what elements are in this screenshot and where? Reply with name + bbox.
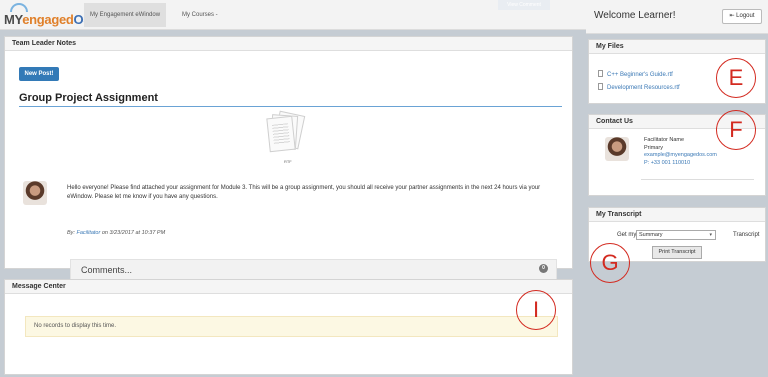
byline-prefix: By: bbox=[67, 230, 75, 236]
annotation-marker-i: I bbox=[516, 290, 556, 330]
author-link[interactable]: Facilitator bbox=[76, 230, 100, 236]
annotation-marker-g: G bbox=[590, 243, 630, 283]
file-icon bbox=[598, 70, 603, 77]
logo-engaged: engaged bbox=[22, 12, 74, 27]
welcome-bar: Welcome Learner! ⇤ Logout bbox=[586, 0, 768, 34]
contact-phone-link[interactable]: P: +33 001 110010 bbox=[644, 160, 717, 168]
post-timestamp: on 3/23/2017 at 10:37 PM bbox=[101, 230, 166, 236]
contact-details: Facilitator Name Primary example@myengag… bbox=[644, 137, 717, 167]
annotation-marker-e: E bbox=[716, 58, 756, 98]
panel-title: Message Center bbox=[5, 280, 572, 294]
divider bbox=[641, 179, 754, 180]
author-avatar bbox=[23, 181, 47, 205]
post-title: Group Project Assignment bbox=[19, 92, 158, 104]
comments-toggle[interactable]: Comments... 0 bbox=[70, 259, 557, 280]
chevron-down-icon: ▾ bbox=[709, 232, 712, 238]
transcript-type-select[interactable]: Summary ▾ bbox=[636, 230, 716, 240]
contact-avatar bbox=[605, 137, 629, 161]
selected-value: Summary bbox=[639, 232, 663, 238]
logo-my: MY bbox=[4, 12, 23, 27]
file-link[interactable]: Development Resources.rtf bbox=[598, 83, 680, 91]
panel-title: Team Leader Notes bbox=[5, 37, 572, 51]
post-body: Hello everyone! Please find attached you… bbox=[67, 185, 541, 200]
post-byline: By: Facilitator on 3/23/2017 at 10:37 PM bbox=[67, 230, 165, 236]
contact-name: Facilitator Name bbox=[644, 137, 685, 143]
top-nav-bar: MYengagedOS My Engagement eWindow My Cou… bbox=[0, 0, 586, 30]
message-center-panel: Message Center No records to display thi… bbox=[4, 279, 573, 375]
file-icon bbox=[598, 83, 603, 90]
annotation-marker-f: F bbox=[716, 110, 756, 150]
team-leader-notes-panel: Team Leader Notes New Post! Group Projec… bbox=[4, 36, 573, 280]
get-my-label: Get my bbox=[617, 232, 637, 238]
comments-label: Comments... bbox=[81, 265, 133, 275]
empty-state-alert: No records to display this time. bbox=[25, 316, 558, 337]
rtf-document-icon[interactable] bbox=[264, 110, 306, 153]
app-logo[interactable]: MYengagedOS bbox=[4, 3, 92, 27]
logo-swoosh-icon bbox=[10, 3, 28, 12]
logout-button[interactable]: ⇤ Logout bbox=[722, 9, 762, 24]
transcript-label: Transcript bbox=[733, 232, 760, 238]
tab-my-courses[interactable]: My Courses - bbox=[176, 3, 224, 27]
contact-email-link[interactable]: example@myengagedos.com bbox=[644, 152, 717, 160]
file-name: C++ Beginner's Guide.rtf bbox=[607, 72, 673, 78]
logout-icon: ⇤ bbox=[729, 13, 735, 19]
file-name: Development Resources.rtf bbox=[607, 85, 680, 91]
panel-title: My Transcript bbox=[589, 208, 765, 222]
print-transcript-button[interactable]: Print Transcript bbox=[652, 246, 702, 259]
attachment-caption: RTF bbox=[284, 159, 292, 164]
comment-count-badge: 0 bbox=[539, 264, 548, 273]
tab-my-engagement-ewindow[interactable]: My Engagement eWindow bbox=[84, 3, 167, 27]
divider bbox=[19, 106, 562, 107]
file-link[interactable]: C++ Beginner's Guide.rtf bbox=[598, 70, 673, 78]
welcome-text: Welcome Learner! bbox=[594, 10, 676, 21]
view-comment-button[interactable]: View Comment bbox=[498, 0, 550, 10]
contact-role: Primary bbox=[644, 144, 663, 151]
panel-title: My Files bbox=[589, 40, 765, 54]
new-post-button[interactable]: New Post! bbox=[19, 67, 59, 81]
logout-label: Logout bbox=[736, 13, 755, 19]
